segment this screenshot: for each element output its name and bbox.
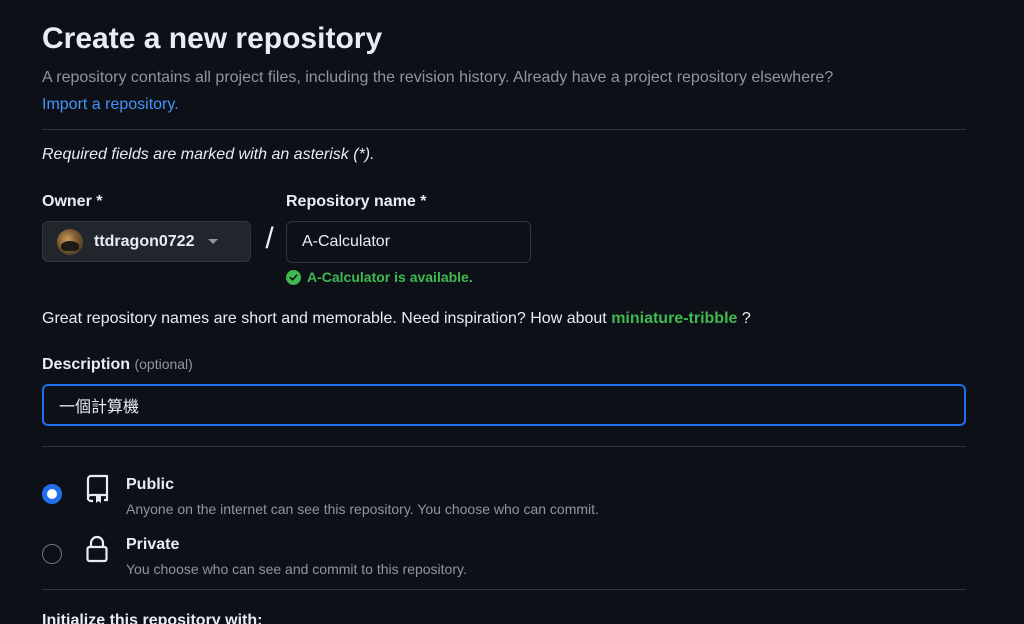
private-description: You choose who can see and commit to thi… [126, 561, 467, 577]
availability-text: A-Calculator is available. [307, 269, 473, 285]
owner-dropdown[interactable]: ttdragon0722 [42, 221, 251, 262]
repository-name-label: Repository name * [286, 193, 427, 210]
public-option-text: Public Anyone on the internet can see th… [126, 474, 599, 519]
divider [42, 589, 966, 590]
suggested-name-link[interactable]: miniature-tribble [611, 310, 737, 327]
description-label-text: Description [42, 356, 131, 373]
divider [42, 129, 966, 130]
page-title: Create a new repository [42, 22, 383, 55]
private-radio[interactable] [42, 544, 62, 564]
owner-name: ttdragon0722 [94, 232, 195, 250]
owner-label: Owner * [42, 193, 103, 210]
chevron-down-icon [208, 239, 219, 244]
create-repo-form: Create a new repository A repository con… [42, 18, 966, 590]
repository-name-field: Repository name * A-Calculator is availa… [286, 191, 536, 285]
subtitle-text: A repository contains all project files,… [42, 69, 834, 86]
visibility-option-public[interactable]: Public Anyone on the internet can see th… [42, 474, 966, 519]
lock-icon [84, 534, 110, 564]
avatar [57, 228, 83, 255]
required-fields-note: Required fields are marked with an aster… [42, 146, 375, 163]
owner-field: Owner * ttdragon0722 [42, 191, 253, 262]
divider [42, 446, 966, 447]
availability-status: A-Calculator is available. [286, 269, 536, 285]
create-repo-page: Create a new repository A repository con… [0, 0, 1024, 624]
owner-repo-row: Owner * ttdragon0722 / Repository name *… [42, 191, 966, 285]
description-input[interactable] [42, 384, 966, 426]
import-repository-link[interactable]: Import a repository. [42, 96, 179, 113]
optional-hint: (optional) [134, 356, 193, 372]
private-title: Private [126, 536, 180, 553]
public-description: Anyone on the internet can see this repo… [126, 501, 599, 517]
check-circle-icon [286, 269, 301, 285]
initialize-heading: Initialize this repository with: [42, 612, 263, 624]
visibility-option-private[interactable]: Private You choose who can see and commi… [42, 534, 966, 579]
public-radio[interactable] [42, 484, 62, 504]
description-label: Description (optional) [42, 353, 966, 376]
repo-icon [84, 474, 110, 504]
name-suggestion: Great repository names are short and mem… [42, 308, 966, 330]
suggestion-suffix: ? [737, 310, 751, 327]
public-title: Public [126, 476, 175, 493]
private-option-text: Private You choose who can see and commi… [126, 534, 467, 579]
repository-name-input[interactable] [286, 221, 531, 263]
suggestion-text: Great repository names are short and mem… [42, 310, 607, 327]
page-subtitle: A repository contains all project files,… [42, 64, 966, 118]
owner-repo-separator: / [265, 222, 274, 255]
